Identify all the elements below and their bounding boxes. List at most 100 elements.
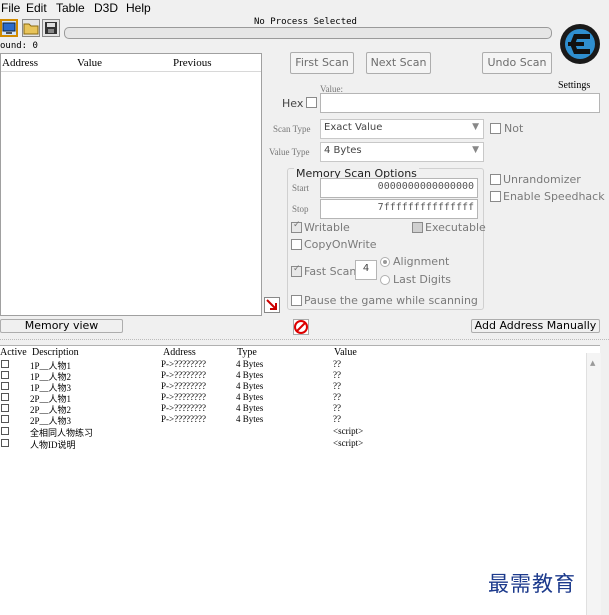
- active-checkbox[interactable]: [1, 382, 9, 390]
- row-address: P->????????: [161, 370, 207, 380]
- value-input[interactable]: [320, 93, 600, 113]
- table-row[interactable]: 2P__人物1 P->???????? 4 Bytes??: [0, 392, 590, 404]
- menu-edit[interactable]: Edit: [26, 1, 47, 15]
- col-type[interactable]: Type: [237, 347, 257, 358]
- executable-label: Executable: [425, 221, 486, 234]
- active-checkbox[interactable]: [1, 439, 9, 447]
- add-to-list-button[interactable]: [264, 297, 280, 313]
- row-address: P->????????: [161, 359, 207, 369]
- cheat-engine-logo[interactable]: [556, 14, 602, 76]
- hex-checkbox[interactable]: [306, 97, 317, 108]
- open-process-button[interactable]: [0, 19, 18, 37]
- table-row[interactable]: 1P__人物2 P->???????? 4 Bytes??: [0, 370, 590, 382]
- col-address[interactable]: Address: [2, 57, 38, 69]
- writable-label: Writable: [304, 221, 350, 234]
- computer-icon: [2, 22, 16, 34]
- table-row[interactable]: 全相同人物练习 <script>: [0, 426, 590, 438]
- unrandomizer-label: Unrandomizer: [503, 173, 581, 186]
- row-value: <script>: [333, 438, 364, 448]
- row-type: 4 Bytes: [236, 392, 264, 402]
- row-type: 4 Bytes: [236, 403, 264, 413]
- folder-icon: [23, 23, 39, 35]
- col-address[interactable]: Address: [163, 347, 196, 358]
- start-address-input[interactable]: 0000000000000000: [320, 178, 478, 198]
- executable-checkbox[interactable]: [412, 222, 423, 233]
- not-checkbox[interactable]: [490, 123, 501, 134]
- table-row[interactable]: 2P__人物3 P->???????? 4 Bytes??: [0, 414, 590, 426]
- next-scan-button[interactable]: Next Scan: [366, 52, 431, 74]
- arrow-down-right-icon: [266, 299, 277, 310]
- floppy-icon: [45, 22, 57, 34]
- active-checkbox[interactable]: [1, 360, 9, 368]
- fast-scan-checkbox[interactable]: [291, 264, 302, 277]
- stop-label: Stop: [292, 204, 309, 214]
- scan-type-value: Exact Value: [324, 122, 383, 133]
- splitter[interactable]: [0, 339, 609, 342]
- table-row[interactable]: 人物ID说明 <script>: [0, 438, 590, 450]
- table-row[interactable]: 1P__人物3 P->???????? 4 Bytes??: [0, 381, 590, 393]
- row-value: ??: [333, 403, 341, 413]
- found-count: ound: 0: [0, 41, 38, 51]
- col-value[interactable]: Value: [77, 57, 102, 69]
- stop-address-input[interactable]: 7fffffffffffffff: [320, 199, 478, 219]
- start-label: Start: [292, 183, 309, 193]
- undo-scan-button[interactable]: Undo Scan: [482, 52, 552, 74]
- writable-checkbox[interactable]: [291, 220, 302, 233]
- active-checkbox[interactable]: [1, 404, 9, 412]
- table-row[interactable]: 1P__人物1 P->???????? 4 Bytes??: [0, 359, 590, 371]
- row-address: P->????????: [161, 414, 207, 424]
- memory-view-button[interactable]: Memory view: [0, 319, 123, 333]
- row-value: ??: [333, 359, 341, 369]
- col-value[interactable]: Value: [334, 347, 357, 358]
- value-type-label: Value Type: [269, 147, 310, 157]
- fast-scan-label: Fast Scan: [304, 265, 357, 278]
- col-active[interactable]: Active: [0, 347, 27, 358]
- process-title: No Process Selected: [254, 17, 357, 27]
- save-button[interactable]: [42, 19, 60, 37]
- menu-file[interactable]: File: [1, 1, 20, 15]
- settings-link[interactable]: Settings: [558, 80, 590, 91]
- add-address-manually-button[interactable]: Add Address Manually: [471, 319, 600, 333]
- chevron-down-icon: ▼: [472, 122, 479, 132]
- alignment-label: Alignment: [393, 255, 450, 268]
- row-value: ??: [333, 370, 341, 380]
- col-description[interactable]: Description: [32, 347, 79, 358]
- scan-type-select[interactable]: Exact Value ▼: [320, 119, 484, 139]
- speedhack-checkbox[interactable]: [490, 191, 501, 202]
- row-value: ??: [333, 392, 341, 402]
- clear-list-button[interactable]: [293, 319, 309, 335]
- alignment-radio[interactable]: [380, 257, 390, 267]
- open-file-button[interactable]: [22, 19, 40, 37]
- menu-d3d[interactable]: D3D: [94, 1, 118, 15]
- copyonwrite-checkbox[interactable]: [291, 239, 302, 250]
- row-type: 4 Bytes: [236, 359, 264, 369]
- active-checkbox[interactable]: [1, 415, 9, 423]
- active-checkbox[interactable]: [1, 393, 9, 401]
- scroll-up-icon[interactable]: ▲: [590, 359, 595, 367]
- col-previous[interactable]: Previous: [173, 57, 212, 69]
- menu-help[interactable]: Help: [126, 1, 151, 15]
- unrandomizer-checkbox[interactable]: [490, 174, 501, 185]
- row-description: 人物ID说明: [30, 440, 76, 450]
- pause-game-label: Pause the game while scanning: [304, 294, 478, 307]
- cheat-engine-icon: [560, 24, 600, 64]
- first-scan-button[interactable]: First Scan: [290, 52, 354, 74]
- row-value: ??: [333, 381, 341, 391]
- row-address: P->????????: [161, 403, 207, 413]
- pause-game-checkbox[interactable]: [291, 295, 302, 306]
- vertical-scrollbar[interactable]: ▲: [586, 353, 601, 615]
- watermark-text: 最需教育: [488, 572, 576, 596]
- last-digits-radio[interactable]: [380, 275, 390, 285]
- stop-icon: [294, 320, 308, 334]
- row-address: P->????????: [161, 381, 207, 391]
- row-type: 4 Bytes: [236, 414, 264, 424]
- not-label: Not: [504, 122, 524, 135]
- active-checkbox[interactable]: [1, 371, 9, 379]
- menu-table[interactable]: Table: [56, 1, 85, 15]
- scan-results-list[interactable]: Address Value Previous: [0, 53, 262, 316]
- table-row[interactable]: 2P__人物2 P->???????? 4 Bytes??: [0, 403, 590, 415]
- value-type-select[interactable]: 4 Bytes ▼: [320, 142, 484, 162]
- fast-scan-value[interactable]: 4: [355, 260, 377, 280]
- active-checkbox[interactable]: [1, 427, 9, 435]
- row-value: ??: [333, 414, 341, 424]
